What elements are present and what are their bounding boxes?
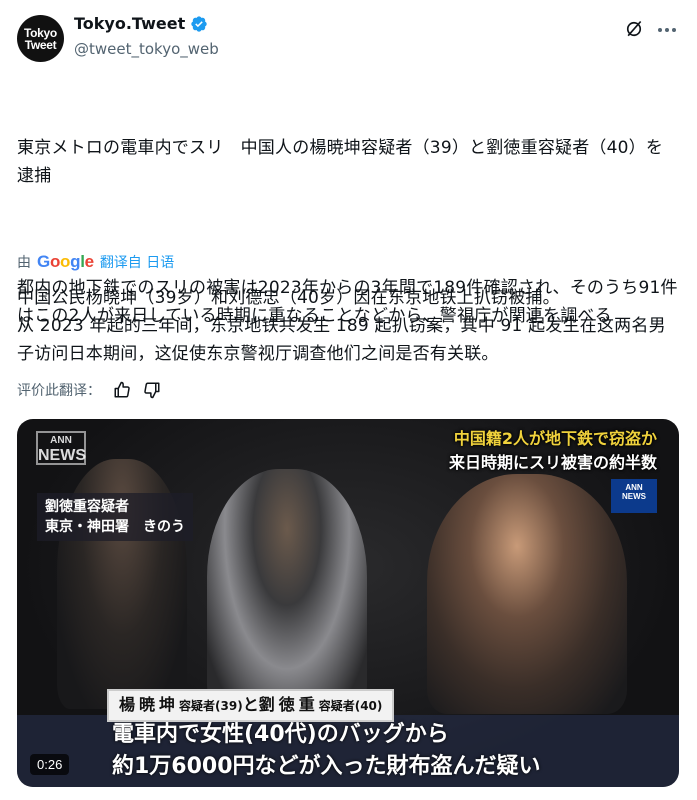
avatar-text-line2: Tweet (24, 37, 57, 52)
headline-caption: 中国籍2人が地下鉄で窃盗か 来日時期にスリ被害の約半数 (449, 427, 657, 475)
suspect-name-1: 楊暁坤 (119, 695, 180, 714)
avatar[interactable]: Tokyo Tweet (17, 15, 64, 62)
grok-icon[interactable] (624, 19, 644, 39)
tweet-paragraph-1: 東京メトロの電車内でスリ 中国人の楊暁坤容疑者（39）と劉徳重容疑者（40）を逮… (17, 138, 664, 186)
more-icon[interactable] (655, 20, 679, 40)
ann-logo-top: ANN (50, 435, 72, 446)
thumbs-up-icon[interactable] (113, 381, 131, 399)
rate-translation-row: 评价此翻译： (17, 380, 161, 400)
verified-badge-icon (191, 15, 207, 32)
suspect-suffix-2: 容疑者(40) (318, 699, 383, 713)
ann-news-small-logo: ANN NEWS (611, 479, 657, 513)
by-label: 由 (17, 255, 31, 271)
location-line-1: 劉徳重容疑者 (45, 499, 129, 515)
location-line-2: 東京・神田署 きのう (45, 519, 185, 535)
bottom-caption-line-1: 電車内で女性(40代)のバッグから (112, 722, 449, 747)
ann-logo-bottom: NEWS (38, 447, 86, 464)
suspect-suffix-1: 容疑者(39) (179, 699, 243, 713)
bottom-caption-line-2: 約1万6000円などが入った財布盗んだ疑い (112, 754, 541, 779)
ann-small-bottom: NEWS (622, 492, 646, 501)
suspect-name-2: 劉徳重 (258, 695, 319, 714)
video-timestamp: 0:26 (30, 754, 70, 775)
translation-attribution: 由 Google 翻译自 日语 (17, 252, 174, 272)
location-caption: 劉徳重容疑者 東京・神田署 きのう (37, 493, 193, 541)
author-handle[interactable]: @tweet_tokyo_web (74, 40, 219, 58)
author-display-name-row[interactable]: Tokyo.Tweet (74, 14, 208, 33)
author-display-name[interactable]: Tokyo.Tweet (74, 14, 185, 33)
ann-small-top: ANN (625, 483, 643, 492)
suspect-names-bar: 楊暁坤容疑者(39)と劉徳重容疑者(40) (107, 689, 395, 722)
avatar-text-line1: Tokyo (24, 25, 57, 40)
translated-from-link[interactable]: 翻译自 日语 (100, 252, 174, 272)
video-figure-center (207, 469, 367, 709)
thumbs-down-icon[interactable] (143, 381, 161, 399)
names-conj: と (242, 695, 259, 714)
video-player[interactable]: ANN NEWS 中国籍2人が地下鉄で窃盗か 来日時期にスリ被害の約半数 ANN… (17, 419, 679, 787)
headline-line-1: 中国籍2人が地下鉄で窃盗か (453, 429, 657, 448)
google-logo: Google (37, 252, 94, 271)
translation-text: 中国公民杨晓坤（39岁）和刘德忠（40岁）因在东京地铁上扒窃被捕。 从 2023… (17, 288, 666, 364)
rate-translation-label: 评价此翻译： (17, 383, 101, 399)
bottom-caption: 電車内で女性(40代)のバッグから 約1万6000円などが入った財布盗んだ疑い (17, 715, 679, 787)
ann-news-logo: ANN NEWS (36, 431, 86, 465)
headline-line-2: 来日時期にスリ被害の約半数 (448, 453, 657, 472)
video-figure-right (427, 474, 627, 714)
